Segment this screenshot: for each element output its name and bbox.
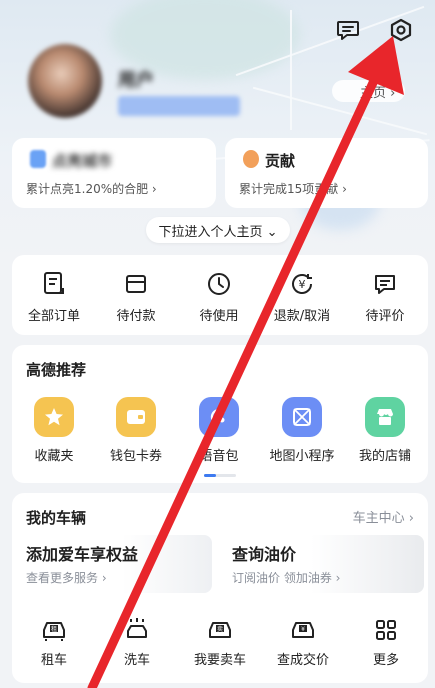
stat-subtitle: 累计完成15项贡献 ›: [239, 182, 347, 196]
svg-text:¥: ¥: [301, 626, 305, 633]
more-grid-icon: [351, 617, 421, 643]
promo-subtitle: 订阅油价 领加油券 ›: [232, 571, 341, 585]
order-label: 待使用: [199, 309, 239, 324]
order-to-review[interactable]: 待评价: [345, 269, 425, 324]
car-wash-icon: [102, 617, 172, 643]
stat-subtitle: 累计点亮1.20%的合肥 ›: [26, 182, 157, 196]
service-price-check[interactable]: ¥ 查成交价: [268, 617, 338, 668]
contribution-card[interactable]: 贡献 累计完成15项贡献 ›: [225, 138, 428, 208]
service-car-wash[interactable]: 洗车: [102, 617, 172, 668]
city-icon: [30, 150, 46, 168]
svg-text:租: 租: [51, 625, 57, 633]
service-label: 我要卖车: [193, 653, 246, 668]
lit-city-card[interactable]: 点亮城市 累计点亮1.20%的合肥 ›: [12, 138, 216, 208]
rec-voice-pack[interactable]: 语音包: [179, 397, 259, 464]
svg-text:¥: ¥: [299, 278, 306, 291]
wallet-card-icon: [96, 269, 176, 299]
service-label: 洗车: [123, 653, 150, 668]
order-to-use[interactable]: 待使用: [179, 269, 259, 324]
service-label: 租车: [40, 653, 67, 668]
contribution-icon: [243, 150, 259, 168]
price-car-icon: ¥: [268, 617, 338, 643]
recommend-card: 高德推荐 收藏夹 钱包卡券 语音包 地图小程序 我的店铺: [12, 345, 428, 483]
orders-card: 全部订单 待付款 待使用 ¥ 退款/取消 待评价: [12, 255, 428, 335]
all-orders-icon: [14, 269, 94, 299]
rent-car-icon: 租: [19, 617, 89, 643]
stat-title: 点亮城市: [52, 152, 113, 170]
username: 用户: [118, 70, 154, 91]
homepage-link[interactable]: 主页 ›: [332, 80, 406, 102]
order-label: 待评价: [365, 309, 405, 324]
oil-price-promo[interactable]: 查询油价 订阅油价 领加油券 ›: [218, 535, 424, 593]
sell-car-icon: 卖: [185, 617, 255, 643]
rec-favorites[interactable]: 收藏夹: [14, 397, 94, 464]
my-vehicles-card: 我的车辆 车主中心 › 添加爱车享权益 查看更多服务 › 查询油价 订阅油价 领…: [12, 493, 428, 683]
level-badge: [118, 96, 240, 116]
order-label: 全部订单: [27, 309, 80, 324]
refund-icon: ¥: [262, 269, 342, 299]
order-all[interactable]: 全部订单: [14, 269, 94, 324]
service-label: 更多: [372, 653, 399, 668]
shop-icon: [365, 397, 405, 437]
avatar[interactable]: [28, 44, 102, 118]
review-icon: [345, 269, 425, 299]
promo-subtitle: 查看更多服务 ›: [26, 571, 107, 585]
rec-my-shop[interactable]: 我的店铺: [345, 397, 425, 464]
clock-icon: [179, 269, 259, 299]
rec-label: 语音包: [199, 449, 239, 464]
service-more[interactable]: 更多: [351, 617, 421, 668]
rec-label: 地图小程序: [269, 449, 335, 464]
message-icon[interactable]: [332, 14, 364, 46]
rec-label: 我的店铺: [358, 449, 411, 464]
rec-label: 钱包卡券: [109, 449, 162, 464]
promo-title: 添加爱车享权益: [26, 545, 139, 564]
voice-icon: [199, 397, 239, 437]
wallet-icon: [116, 397, 156, 437]
rec-wallet[interactable]: 钱包卡券: [96, 397, 176, 464]
add-car-promo[interactable]: 添加爱车享权益 查看更多服务 ›: [12, 535, 212, 593]
service-label: 查成交价: [276, 653, 329, 668]
order-refund[interactable]: ¥ 退款/取消: [262, 269, 342, 324]
car-owner-center-link[interactable]: 车主中心 ›: [353, 507, 414, 526]
order-label: 退款/取消: [273, 309, 331, 324]
promo-title: 查询油价: [232, 545, 297, 564]
vehicles-title: 我的车辆: [26, 509, 87, 527]
mini-program-icon: [282, 397, 322, 437]
service-sell-car[interactable]: 卖 我要卖车: [185, 617, 255, 668]
star-icon: [34, 397, 74, 437]
service-rent-car[interactable]: 租 租车: [19, 617, 89, 668]
rec-mini-programs[interactable]: 地图小程序: [262, 397, 342, 464]
settings-gear-icon[interactable]: [385, 14, 417, 46]
order-label: 待付款: [116, 309, 156, 324]
svg-text:卖: 卖: [217, 626, 223, 633]
rec-label: 收藏夹: [34, 449, 74, 464]
order-to-pay[interactable]: 待付款: [96, 269, 176, 324]
stat-title: 贡献: [265, 152, 296, 170]
carousel-pager: [204, 474, 236, 477]
pull-to-homepage-hint[interactable]: 下拉进入个人主页 ⌄: [146, 217, 290, 243]
recommend-title: 高德推荐: [26, 361, 87, 379]
